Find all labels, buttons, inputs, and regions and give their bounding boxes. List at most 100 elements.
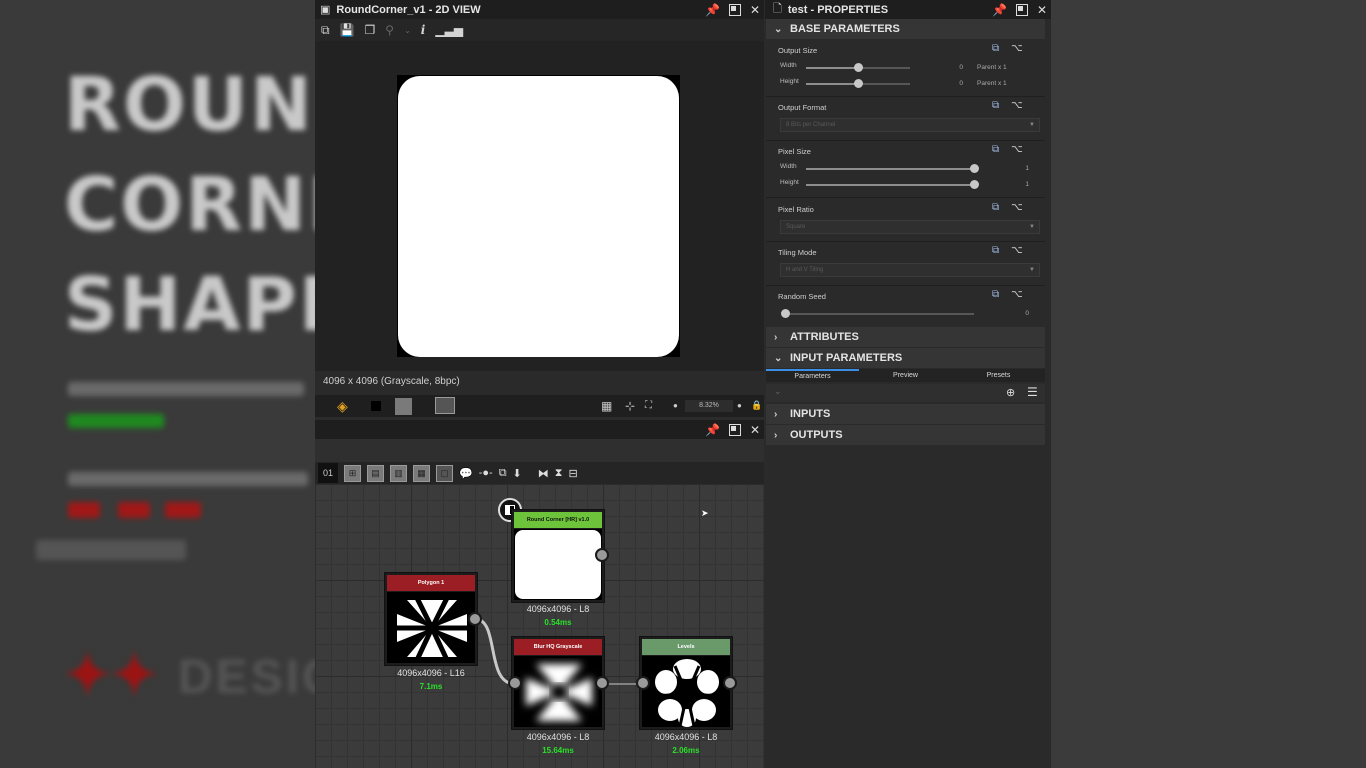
function-icon[interactable]: ⌥ [1011, 43, 1023, 54]
copy-icon[interactable]: ❐ [365, 23, 376, 37]
output-format-dropdown[interactable]: 8 Bits per Channel ▼ [780, 118, 1040, 132]
pin-icon[interactable]: 📌 [705, 3, 720, 17]
output-port[interactable] [723, 676, 737, 690]
dot-node-icon[interactable]: -●- [479, 467, 493, 479]
link-icon[interactable]: ⧉ [992, 100, 999, 111]
close-icon[interactable]: ✕ [750, 423, 760, 437]
gray-swatch[interactable] [395, 398, 412, 415]
graph-canvas[interactable]: Round Corner [HR] v1.0 4096x4096 - L8 0.… [315, 484, 764, 768]
save-icon[interactable]: 💾 [340, 23, 355, 37]
node-round-corner[interactable]: Round Corner [HR] v1.0 [511, 509, 605, 603]
thumbnail-icon[interactable]: ▢ [436, 464, 453, 482]
chevron-down-icon[interactable]: ⌄ [774, 386, 782, 397]
maximize-icon[interactable] [1015, 3, 1028, 16]
close-icon[interactable]: ✕ [750, 3, 760, 17]
input-port[interactable] [508, 676, 522, 690]
random-seed-slider[interactable] [781, 309, 974, 318]
output-port[interactable] [595, 676, 609, 690]
function-icon[interactable]: ⌥ [1011, 144, 1023, 155]
layout-icon[interactable]: ▥ [390, 464, 407, 482]
grid-icon[interactable]: ▦ [601, 399, 612, 413]
2d-view-titlebar: ▣ RoundCorner_v1 - 2D VIEW 📌 ✕ [315, 0, 764, 19]
preview-image [397, 75, 680, 357]
zoom-level[interactable]: 8.32% [685, 400, 733, 412]
pin-icon[interactable]: 📌 [992, 3, 1007, 17]
input-port[interactable] [636, 676, 650, 690]
align-horizontal-icon[interactable]: ⧓ [538, 467, 549, 480]
comment-icon[interactable]: 💬 [459, 467, 473, 480]
pixel-ratio-dropdown[interactable]: Square ▼ [780, 220, 1040, 234]
output-height-slider[interactable] [806, 79, 910, 88]
node-polygon[interactable]: Polygon 1 [384, 572, 478, 666]
function-icon[interactable]: ⌥ [1011, 289, 1023, 300]
2d-view-canvas[interactable] [315, 41, 764, 371]
slider-knob[interactable] [854, 79, 863, 88]
pixel-width-slider[interactable] [806, 164, 979, 173]
tab-parameters[interactable]: Parameters [766, 369, 859, 382]
slider-knob[interactable] [781, 309, 790, 318]
lock-icon[interactable]: 🔒 [751, 400, 762, 411]
output-port[interactable] [595, 548, 609, 562]
link-icon[interactable]: ⧉ [992, 43, 999, 54]
pixel-height-value[interactable]: 1 [1009, 181, 1029, 188]
tab-presets[interactable]: Presets [952, 369, 1045, 382]
section-input-parameters[interactable]: ⌄ INPUT PARAMETERS [766, 348, 1045, 368]
param-icons: ⧉ ⌥ [992, 43, 1023, 54]
node-levels[interactable]: Levels [639, 636, 733, 730]
pin-icon[interactable]: 📌 [705, 423, 720, 437]
link-icon[interactable]: ⧉ [992, 289, 999, 300]
zoom-out-icon[interactable]: ● [673, 401, 678, 410]
align-vertical-icon[interactable]: ⧗ [555, 467, 563, 480]
height-label: Height [780, 78, 799, 85]
tab-preview[interactable]: Preview [859, 369, 952, 382]
info-icon[interactable]: i [421, 23, 426, 37]
slider-knob[interactable] [970, 164, 979, 173]
share-icon[interactable]: ⧉ [499, 467, 507, 480]
node-view-icon[interactable]: ▤ [367, 464, 384, 482]
function-icon[interactable]: ⌥ [1011, 100, 1023, 111]
random-seed-value[interactable]: 0 [1009, 310, 1029, 317]
pin-node-icon[interactable]: ⬇ [513, 467, 522, 480]
slider-knob[interactable] [970, 180, 979, 189]
frame-icon[interactable]: ⊞ [344, 464, 361, 482]
dropdown-arrow-icon[interactable]: ⌄ [404, 26, 411, 35]
add-icon[interactable]: ⊕ [1006, 386, 1015, 399]
black-swatch[interactable] [371, 401, 381, 411]
slider-knob[interactable] [854, 63, 863, 72]
snap-icon[interactable]: ⊟ [569, 467, 578, 480]
section-title: BASE PARAMETERS [790, 23, 900, 35]
output-port[interactable] [468, 612, 482, 626]
histogram-icon[interactable]: ▁▃▅ [435, 23, 463, 37]
function-icon[interactable]: ⌥ [1011, 202, 1023, 213]
rounded-square-preview [398, 76, 679, 357]
pixel-height-slider[interactable] [806, 180, 979, 189]
transform-icon[interactable]: ⊹ [625, 399, 635, 413]
height-value[interactable]: 0 [945, 80, 963, 87]
menu-icon[interactable]: ☰ [1027, 385, 1038, 399]
preview-toggle-icon[interactable]: ▦ [413, 464, 430, 482]
color-display-icon[interactable] [435, 397, 455, 414]
link-icon[interactable]: ⧉ [992, 245, 999, 256]
section-inputs[interactable]: › INPUTS [766, 404, 1045, 424]
tiling-mode-dropdown[interactable]: H and V Tiling ▼ [780, 263, 1040, 277]
zoom-in-icon[interactable]: ● [737, 401, 742, 410]
maximize-icon[interactable] [728, 3, 741, 16]
export-icon[interactable]: ⧉ [321, 23, 330, 38]
document-icon: 🗋 [773, 3, 782, 15]
section-attributes[interactable]: › ATTRIBUTES [766, 327, 1045, 347]
pixel-width-value[interactable]: 1 [1009, 165, 1029, 172]
link-icon[interactable]: ⧉ [992, 202, 999, 213]
section-outputs[interactable]: › OUTPUTS [766, 425, 1045, 445]
node-blur-hq-grayscale[interactable]: Blur HQ Grayscale [511, 636, 605, 730]
layers-icon[interactable]: ◈ [337, 398, 348, 415]
fit-icon[interactable]: ⛶ [645, 400, 652, 411]
close-icon[interactable]: ✕ [1037, 3, 1047, 17]
output-width-slider[interactable] [806, 63, 910, 72]
link-icon[interactable]: ⧉ [992, 144, 999, 155]
width-value[interactable]: 0 [945, 64, 963, 71]
graph-badge[interactable]: 01 [318, 463, 338, 483]
function-icon[interactable]: ⌥ [1011, 245, 1023, 256]
maximize-icon[interactable] [728, 423, 741, 436]
channels-icon[interactable]: ⚲ [385, 23, 394, 37]
section-base-parameters[interactable]: ⌄ BASE PARAMETERS [766, 19, 1045, 39]
